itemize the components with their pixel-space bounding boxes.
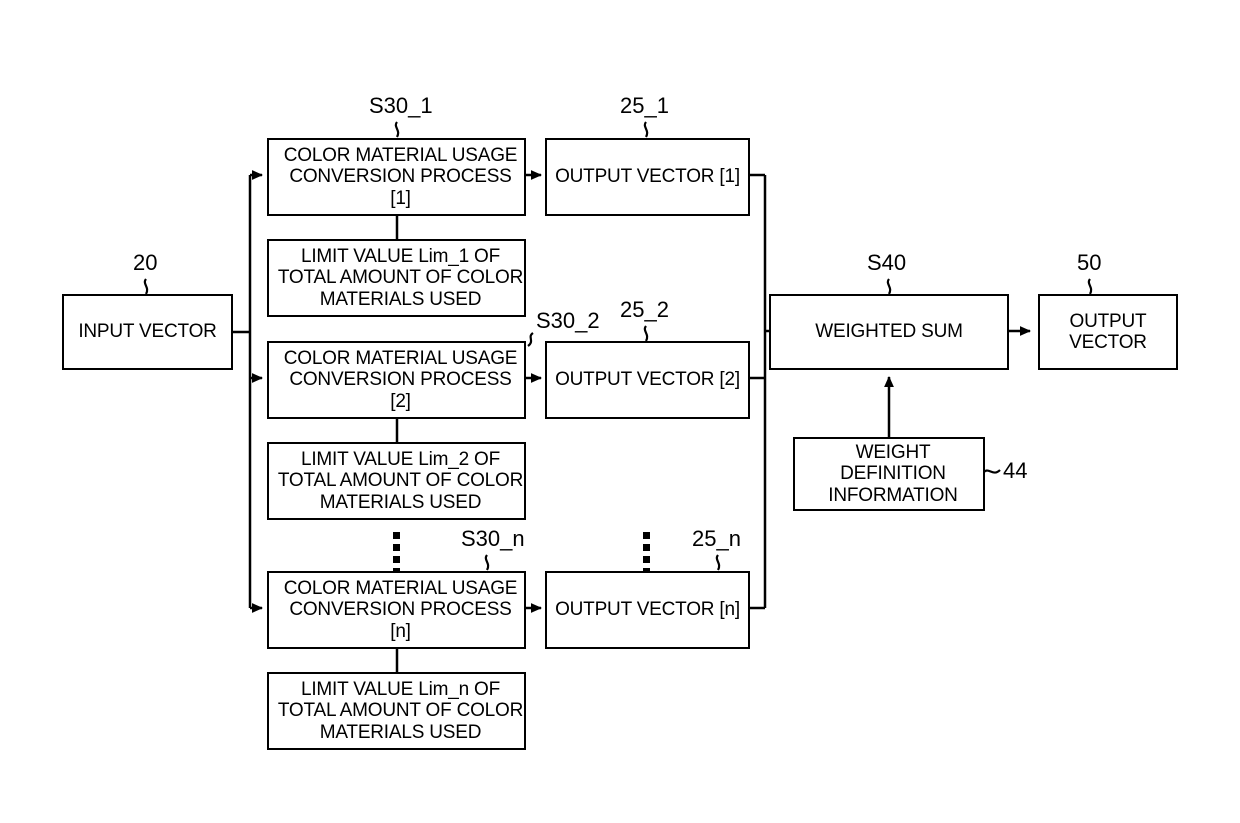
- output-vector-1-label: OUTPUT VECTOR [1]: [555, 166, 740, 188]
- ref-25-2: 25_2: [620, 297, 669, 322]
- process-n-text: COLOR MATERIAL USAGE CONVERSION PROCESS …: [269, 578, 524, 642]
- process-n-line1: COLOR MATERIAL USAGE: [283, 578, 518, 600]
- ref-25-n: 25_n: [692, 526, 741, 551]
- weighted-sum-label: WEIGHTED SUM: [815, 321, 963, 343]
- output-vector-n-label: OUTPUT VECTOR [n]: [555, 599, 740, 621]
- leader-s30-2: [527, 332, 534, 347]
- color-material-usage-conversion-process-n-box[interactable]: COLOR MATERIAL USAGE CONVERSION PROCESS …: [267, 571, 526, 649]
- input-vector-label: INPUT VECTOR: [78, 321, 217, 343]
- limit-1-text: LIMIT VALUE Lim_1 OF TOTAL AMOUNT OF COL…: [269, 246, 524, 310]
- limit-1-line2: TOTAL AMOUNT OF COLOR: [277, 267, 524, 289]
- limit-n-line2: TOTAL AMOUNT OF COLOR: [277, 700, 524, 722]
- limit-value-n-box: LIMIT VALUE Lim_n OF TOTAL AMOUNT OF COL…: [267, 672, 526, 750]
- limit-value-1-box: LIMIT VALUE Lim_1 OF TOTAL AMOUNT OF COL…: [267, 239, 526, 317]
- process-column-ellipsis: [393, 532, 400, 575]
- weight-definition-text: WEIGHT DEFINITION INFORMATION: [795, 442, 983, 506]
- ref-s30-1: S30_1: [369, 93, 433, 118]
- leader-20: [143, 278, 149, 295]
- limit-value-2-box: LIMIT VALUE Lim_2 OF TOTAL AMOUNT OF COL…: [267, 442, 526, 520]
- leader-s30-n: [484, 554, 490, 571]
- weighted-sum-box[interactable]: WEIGHTED SUM: [769, 294, 1009, 370]
- output-column-ellipsis: [643, 532, 650, 575]
- diagram-canvas: INPUT VECTOR 20 COLOR MATERIAL USAGE CON…: [0, 0, 1240, 823]
- output-vector-final-box[interactable]: OUTPUT VECTOR: [1038, 294, 1178, 370]
- ref-44: 44: [1003, 458, 1028, 483]
- color-material-usage-conversion-process-2-box[interactable]: COLOR MATERIAL USAGE CONVERSION PROCESS …: [267, 341, 526, 419]
- leader-50: [1087, 278, 1093, 295]
- process-2-text: COLOR MATERIAL USAGE CONVERSION PROCESS …: [269, 348, 524, 412]
- limit-2-line1: LIMIT VALUE Lim_2 OF: [300, 449, 501, 471]
- leader-25-n: [715, 554, 721, 571]
- weight-definition-line1: WEIGHT DEFINITION: [840, 442, 946, 485]
- color-material-usage-conversion-process-1-box[interactable]: COLOR MATERIAL USAGE CONVERSION PROCESS …: [267, 138, 526, 216]
- leader-25-2: [643, 325, 649, 342]
- process-1-line1: COLOR MATERIAL USAGE: [283, 145, 518, 167]
- limit-1-line1: LIMIT VALUE Lim_1 OF: [300, 246, 501, 268]
- limit-1-line3: MATERIALS USED: [319, 288, 482, 310]
- limit-2-text: LIMIT VALUE Lim_2 OF TOTAL AMOUNT OF COL…: [269, 449, 524, 513]
- process-2-line1: COLOR MATERIAL USAGE: [283, 348, 518, 370]
- input-vector-box[interactable]: INPUT VECTOR: [62, 294, 233, 370]
- output-vector-1-box[interactable]: OUTPUT VECTOR [1]: [545, 138, 750, 216]
- leader-s40: [886, 278, 892, 295]
- output-vector-final-label: OUTPUT VECTOR: [1069, 310, 1147, 353]
- ref-20: 20: [133, 250, 158, 275]
- ref-25-1: 25_1: [620, 93, 669, 118]
- limit-2-line2: TOTAL AMOUNT OF COLOR: [277, 470, 524, 492]
- leader-s30-1: [394, 121, 400, 138]
- limit-2-line3: MATERIALS USED: [319, 491, 482, 513]
- process-2-line2: CONVERSION PROCESS [2]: [289, 369, 512, 412]
- output-vector-2-label: OUTPUT VECTOR [2]: [555, 369, 740, 391]
- limit-n-text: LIMIT VALUE Lim_n OF TOTAL AMOUNT OF COL…: [269, 679, 524, 743]
- output-vector-n-box[interactable]: OUTPUT VECTOR [n]: [545, 571, 750, 649]
- limit-n-line1: LIMIT VALUE Lim_n OF: [300, 679, 501, 701]
- process-n-line2: CONVERSION PROCESS [n]: [289, 599, 512, 642]
- ref-s40: S40: [867, 250, 907, 275]
- weight-definition-information-box[interactable]: WEIGHT DEFINITION INFORMATION: [793, 437, 985, 511]
- process-1-line2: CONVERSION PROCESS [1]: [289, 166, 512, 209]
- output-vector-2-box[interactable]: OUTPUT VECTOR [2]: [545, 341, 750, 419]
- weight-definition-line2: INFORMATION: [828, 484, 958, 506]
- ref-50: 50: [1077, 250, 1102, 275]
- limit-n-line3: MATERIALS USED: [319, 721, 482, 743]
- ref-s30-n: S30_n: [461, 526, 525, 551]
- process-1-text: COLOR MATERIAL USAGE CONVERSION PROCESS …: [269, 145, 524, 209]
- ref-s30-2: S30_2: [536, 308, 600, 333]
- leader-25-1: [643, 121, 649, 138]
